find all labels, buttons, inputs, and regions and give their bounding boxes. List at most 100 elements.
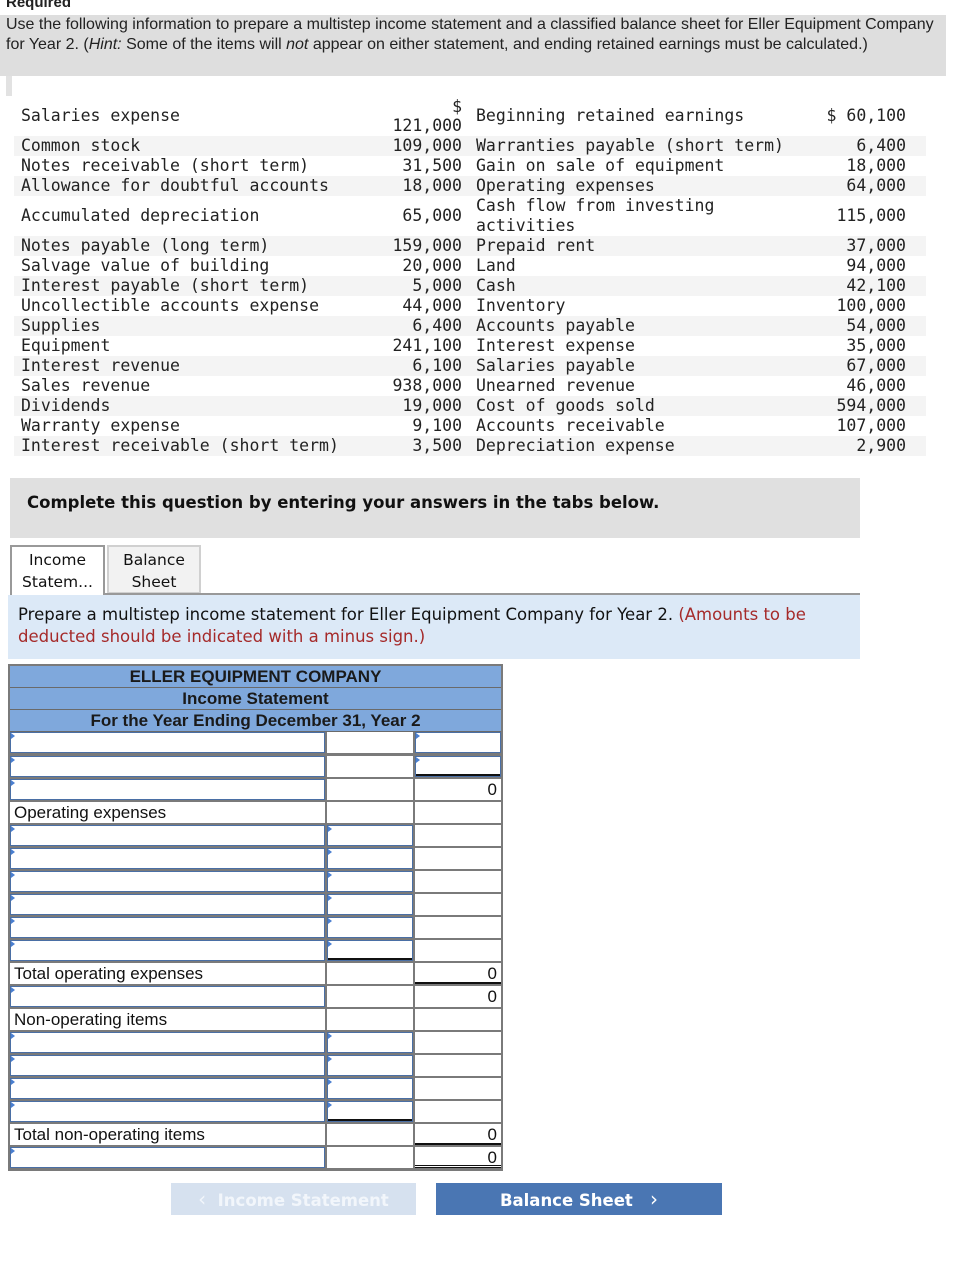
prev-income-statement-button[interactable]: ‹ Income Statement xyxy=(171,1183,416,1215)
account-value: $121,000 xyxy=(379,96,462,136)
amount-cell xyxy=(327,756,413,777)
amount-input[interactable] xyxy=(327,894,413,915)
account-select[interactable] xyxy=(10,1032,325,1053)
account-row: Notes payable (long term) 159,000 Prepaid … xyxy=(14,236,926,256)
row-label: Total operating expenses xyxy=(10,963,325,984)
account-row: Allowance for doubtful accounts 18,000 Ope… xyxy=(14,176,926,196)
account-select[interactable] xyxy=(10,1078,325,1099)
account-row: Accumulated depreciation 65,000 Cash flow … xyxy=(14,196,926,236)
account-name: Interest revenue xyxy=(21,356,180,375)
tab-label: Statem... xyxy=(22,573,93,591)
statement-row xyxy=(10,824,501,847)
total-cell xyxy=(415,802,501,823)
account-name: Accounts receivable xyxy=(476,416,665,435)
question-prompt: Complete this question by entering your … xyxy=(10,478,860,538)
account-value: 18,000 xyxy=(402,176,462,195)
amount-cell xyxy=(327,963,413,984)
account-name: Land xyxy=(476,256,516,275)
account-select[interactable] xyxy=(10,917,325,938)
total-input[interactable] xyxy=(415,756,501,777)
instructions: Use the following information to prepare… xyxy=(0,15,946,76)
hint-label: Hint: xyxy=(88,36,122,53)
account-value: 18,000 xyxy=(846,156,906,175)
account-name: Accumulated depreciation xyxy=(21,206,260,225)
account-row: Common stock 109,000 Warranties payable (s… xyxy=(14,136,926,156)
amount-input[interactable] xyxy=(327,940,413,961)
account-row: Uncollectible accounts expense 44,000 Inve… xyxy=(14,296,926,316)
statement-row xyxy=(10,939,501,962)
account-name: Warranty expense xyxy=(21,416,180,435)
amount-input[interactable] xyxy=(327,871,413,892)
account-name: Common stock xyxy=(21,136,141,155)
statement-row xyxy=(10,1031,501,1054)
account-name: Cash xyxy=(476,276,516,295)
total-cell: 0 xyxy=(415,1124,501,1145)
account-select[interactable] xyxy=(10,940,325,961)
account-select[interactable] xyxy=(10,1147,325,1168)
account-name: Equipment xyxy=(21,336,111,355)
amount-input[interactable] xyxy=(327,1032,413,1053)
amount-input[interactable] xyxy=(327,917,413,938)
account-row: Dividends 19,000 Cost of goods sold 594,000 xyxy=(14,396,926,416)
account-value: 2,900 xyxy=(856,436,906,455)
instructions-text: Some of the items will xyxy=(121,36,287,53)
account-name: Notes payable (long term) xyxy=(21,236,270,255)
account-name: Cash flow from investing activities xyxy=(476,196,715,235)
account-row: Sales revenue 938,000 Unearned revenue 46,0… xyxy=(14,376,926,396)
account-select[interactable] xyxy=(10,871,325,892)
account-select[interactable] xyxy=(10,825,325,846)
account-name: Interest payable (short term) xyxy=(21,276,310,295)
next-button-label: Balance Sheet xyxy=(499,1191,633,1210)
account-select[interactable] xyxy=(10,1055,325,1076)
total-cell xyxy=(415,894,501,915)
account-select[interactable] xyxy=(10,894,325,915)
account-value: 67,000 xyxy=(846,356,906,375)
account-value: 9,100 xyxy=(412,416,462,435)
account-value: 20,000 xyxy=(402,256,462,275)
statement-row: 0 xyxy=(10,985,501,1008)
account-select[interactable] xyxy=(10,756,325,777)
next-balance-sheet-button[interactable]: Balance Sheet › xyxy=(436,1183,722,1215)
account-row: Salvage value of building 20,000 Land 94,00… xyxy=(14,256,926,276)
account-value: 64,000 xyxy=(846,176,906,195)
tab-income-statement[interactable]: Income Statem... xyxy=(10,545,105,597)
amount-cell xyxy=(327,1147,413,1168)
account-name: Operating expenses xyxy=(476,176,655,195)
statement-period: For the Year Ending December 31, Year 2 xyxy=(10,710,501,732)
account-select[interactable] xyxy=(10,1101,325,1122)
account-name: Notes receivable (short term) xyxy=(21,156,310,175)
account-select[interactable] xyxy=(10,779,325,800)
chevron-left-icon: ‹ xyxy=(198,1187,207,1211)
tab-label: Balance xyxy=(123,551,185,569)
statement-row: 0 xyxy=(10,778,501,801)
statement-row xyxy=(10,870,501,893)
account-select[interactable] xyxy=(10,986,325,1007)
amount-cell xyxy=(327,779,413,800)
amount-input[interactable] xyxy=(327,825,413,846)
income-statement-form: ELLER EQUIPMENT COMPANY Income Statement… xyxy=(8,664,503,1171)
account-name: Salvage value of building xyxy=(21,256,270,275)
total-cell xyxy=(415,917,501,938)
tab-bar: Income Statem... Balance Sheet xyxy=(10,545,201,597)
account-name: Beginning retained earnings xyxy=(476,106,745,125)
company-name: ELLER EQUIPMENT COMPANY xyxy=(10,666,501,688)
tab-balance-sheet[interactable]: Balance Sheet xyxy=(107,545,201,594)
amount-input[interactable] xyxy=(327,1078,413,1099)
amount-input[interactable] xyxy=(327,1055,413,1076)
amount-cell xyxy=(327,986,413,1007)
total-cell: 0 xyxy=(415,779,501,800)
account-value: 42,100 xyxy=(846,276,906,295)
total-input[interactable] xyxy=(415,732,501,753)
account-select[interactable] xyxy=(10,848,325,869)
total-cell xyxy=(415,1055,501,1076)
account-select[interactable] xyxy=(10,732,325,753)
account-name: Accounts payable xyxy=(476,316,635,335)
row-label: Total non-operating items xyxy=(10,1124,325,1145)
account-row: Salaries expense $121,000 Beginning retain… xyxy=(14,96,926,136)
account-value: 19,000 xyxy=(402,396,462,415)
statement-row: Total operating expenses 0 xyxy=(10,962,501,985)
total-cell: 0 xyxy=(415,986,501,1007)
statement-row xyxy=(10,1100,501,1123)
amount-input[interactable] xyxy=(327,1101,413,1122)
amount-input[interactable] xyxy=(327,848,413,869)
